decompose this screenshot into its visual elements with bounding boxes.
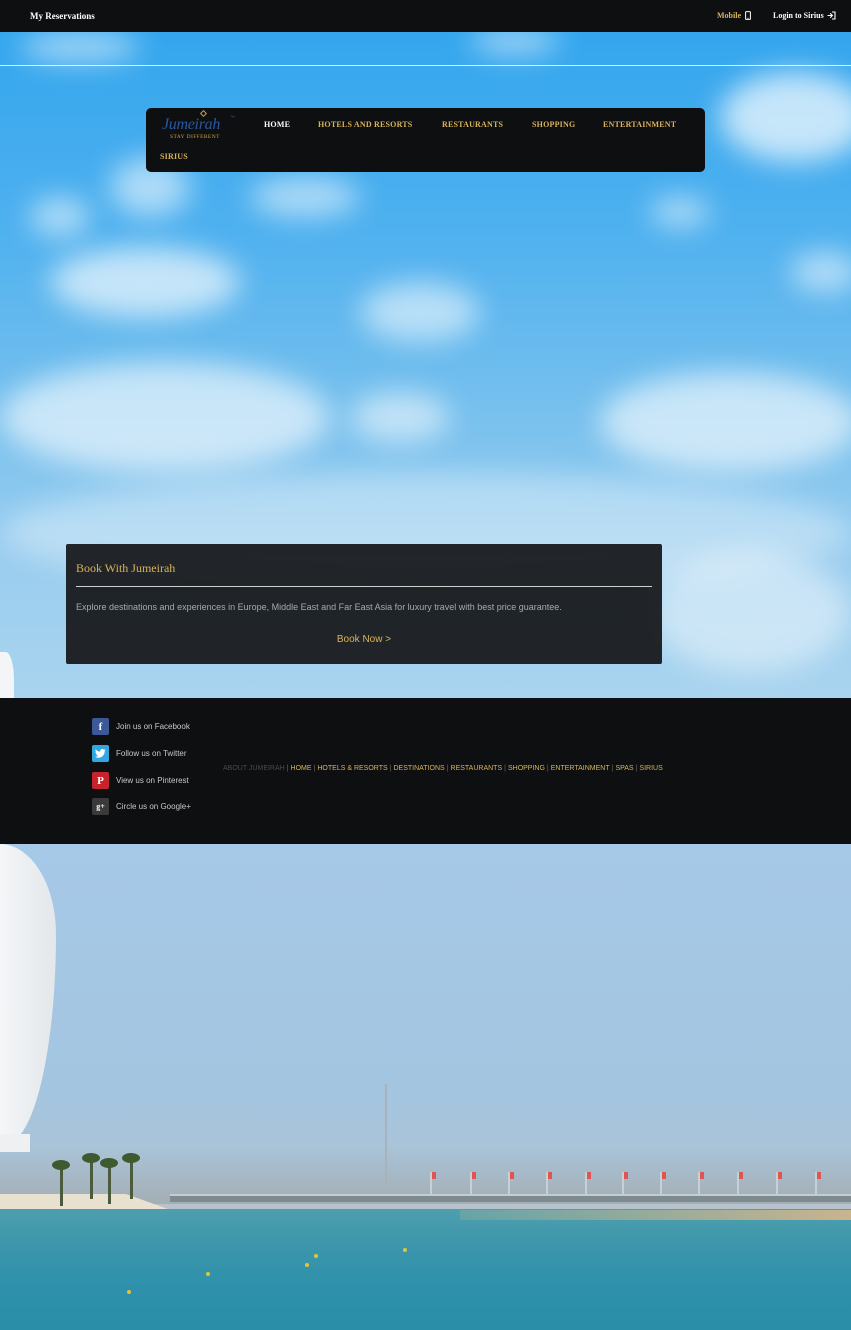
flag-pole: [737, 1172, 743, 1194]
cloud: [650, 197, 710, 227]
footer-links: ABOUT JUMEIRAH | HOME | HOTELS & RESORTS | DES…: [223, 765, 663, 772]
social-facebook[interactable]: f Join us on Facebook: [92, 718, 190, 735]
nav-item-restaurants[interactable]: RESTAURANTS: [442, 120, 503, 129]
book-now-label: Book Now >: [336, 634, 392, 645]
sign-in-icon: [827, 11, 836, 20]
pinterest-icon: P: [92, 772, 109, 789]
footer-link-spas[interactable]: SPAS: [615, 765, 633, 772]
buoy: [206, 1272, 210, 1276]
social-label: Join us on Facebook: [116, 722, 190, 731]
footer: f Join us on Facebook Follow us on Twitt…: [0, 698, 851, 844]
cloud: [250, 177, 360, 217]
cloud: [0, 362, 330, 472]
nav-item-home[interactable]: HOME: [264, 120, 290, 129]
twitter-icon: [92, 745, 109, 762]
footer-link-shopping[interactable]: SHOPPING: [508, 765, 545, 772]
social-google-plus[interactable]: g+ Circle us on Google+: [92, 798, 191, 815]
palm-tree: [100, 1158, 118, 1204]
book-now-link[interactable]: Book Now >: [66, 634, 662, 645]
bridge: [170, 1194, 851, 1202]
jumeirah-logo[interactable]: Jumeirah ™ STAY DIFFERENT: [160, 109, 240, 143]
social-twitter[interactable]: Follow us on Twitter: [92, 745, 187, 762]
footer-link-destinations[interactable]: DESTINATIONS: [393, 765, 444, 772]
flag-pole: [508, 1172, 514, 1194]
logo-tagline: STAY DIFFERENT: [170, 134, 220, 140]
logo-wordmark: Jumeirah: [162, 116, 221, 133]
mobile-phone-icon: [745, 11, 751, 20]
hotel-base: [0, 1134, 30, 1152]
social-label: Follow us on Twitter: [116, 749, 187, 758]
cloud: [20, 32, 140, 62]
social-label: Circle us on Google+: [116, 802, 191, 811]
main-nav: Jumeirah ™ STAY DIFFERENT HOME HOTELS AN…: [146, 108, 705, 172]
flag-pole: [622, 1172, 628, 1194]
beach: [460, 1210, 851, 1220]
footer-link-about[interactable]: ABOUT JUMEIRAH: [223, 765, 285, 772]
facebook-icon: f: [92, 718, 109, 735]
palm-tree: [52, 1160, 70, 1206]
cloud: [600, 372, 851, 472]
booking-description: Explore destinations and experiences in …: [76, 602, 562, 612]
flag-pole: [430, 1172, 436, 1194]
footer-link-entertainment[interactable]: ENTERTAINMENT: [551, 765, 610, 772]
top-bar: My Reservations Mobile Login to Sirius: [0, 0, 851, 32]
cloud: [50, 247, 240, 317]
palm-tree: [122, 1153, 140, 1199]
flag-pole: [660, 1172, 666, 1194]
mobile-link[interactable]: Mobile: [717, 11, 751, 20]
bridge-mast: [385, 1084, 387, 1194]
footer-link-restaurants[interactable]: RESTAURANTS: [451, 765, 503, 772]
flag-pole: [470, 1172, 476, 1194]
cloud: [350, 392, 450, 442]
divider-line: [0, 65, 851, 66]
footer-link-sirius[interactable]: SIRIUS: [639, 765, 662, 772]
cloud: [470, 32, 560, 54]
my-reservations-link[interactable]: My Reservations: [30, 11, 95, 21]
flag-pole: [585, 1172, 591, 1194]
social-label: View us on Pinterest: [116, 776, 189, 785]
burj-al-arab-photo: [0, 844, 851, 1330]
tower-edge: [0, 652, 14, 698]
google-plus-icon: g+: [92, 798, 109, 815]
palm-tree: [82, 1153, 100, 1199]
buoy: [127, 1290, 131, 1294]
buoy: [305, 1263, 309, 1267]
login-label: Login to Sirius: [773, 11, 824, 20]
cloud: [650, 552, 850, 672]
login-sirius-link[interactable]: Login to Sirius: [773, 11, 836, 20]
nav-item-entertainment[interactable]: ENTERTAINMENT: [603, 120, 676, 129]
mobile-label: Mobile: [717, 11, 741, 20]
booking-panel: Book With Jumeirah Explore destinations …: [66, 544, 662, 664]
flag-pole: [815, 1172, 821, 1194]
cloud: [720, 72, 851, 162]
social-pinterest[interactable]: P View us on Pinterest: [92, 772, 189, 789]
buoy: [314, 1254, 318, 1258]
hotel-sail-facade: [0, 844, 56, 1144]
footer-link-home[interactable]: HOME: [291, 765, 312, 772]
sea: [0, 1209, 851, 1330]
flag-pole: [698, 1172, 704, 1194]
nav-item-shopping[interactable]: SHOPPING: [532, 120, 575, 129]
booking-divider: [76, 586, 652, 587]
flag-pole: [546, 1172, 552, 1194]
buoy: [403, 1248, 407, 1252]
cloud: [790, 252, 851, 292]
nav-item-sirius[interactable]: SIRIUS: [160, 152, 188, 161]
cloud: [360, 282, 480, 342]
booking-title: Book With Jumeirah: [76, 561, 176, 575]
trademark-mark: ™: [230, 115, 235, 121]
footer-link-hotels-resorts[interactable]: HOTELS & RESORTS: [317, 765, 387, 772]
nav-item-hotels-and-resorts[interactable]: HOTELS AND RESORTS: [318, 120, 412, 129]
flag-pole: [776, 1172, 782, 1194]
cloud: [30, 197, 90, 237]
